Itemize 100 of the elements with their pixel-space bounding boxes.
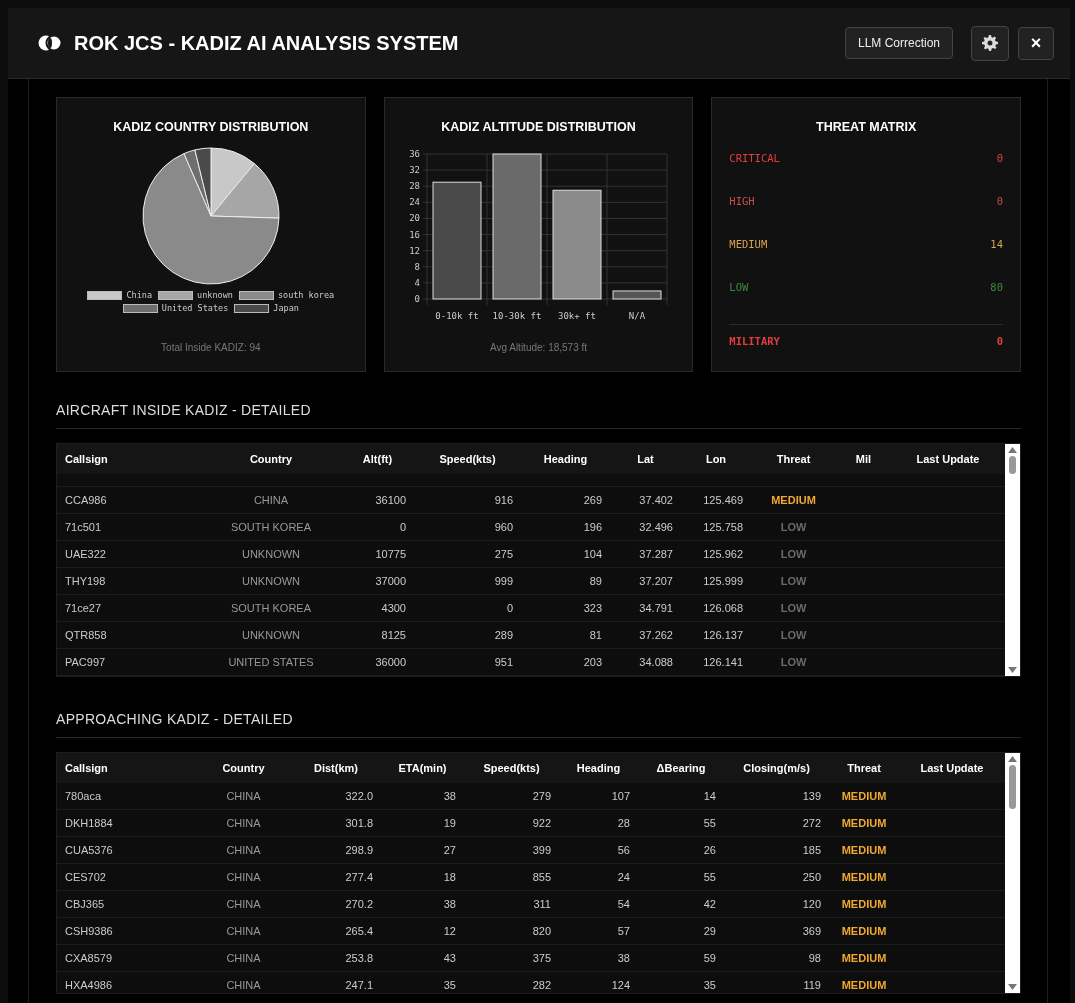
close-button[interactable]: × <box>1018 26 1054 60</box>
table-cell-text: 14 <box>702 790 717 802</box>
column-header[interactable]: ΔBearing <box>638 762 724 774</box>
table-cell-text: 12 <box>442 925 457 937</box>
threat-count: 0 <box>996 195 1003 209</box>
axis-tick-label: 32 <box>409 165 421 176</box>
column-header[interactable]: Last Update <box>891 453 1005 465</box>
scroll-down-arrow-icon[interactable] <box>1008 984 1017 990</box>
threat-level: MEDIUM <box>840 898 888 910</box>
table-cell-text: CUA5376 <box>64 844 114 856</box>
column-header[interactable]: Mil <box>836 453 891 465</box>
table-cell-text: 71c501 <box>64 521 103 533</box>
table-cell-text: 282 <box>531 979 552 991</box>
table-cell-text: 125.962 <box>702 548 744 560</box>
table-cell-text: 272 <box>801 817 822 829</box>
threat-count: 0 <box>996 152 1003 166</box>
table-cell-text: 247.1 <box>344 979 374 991</box>
llm-correction-button[interactable]: LLM Correction <box>844 27 953 59</box>
threat-level-label: MEDIUM <box>729 238 768 252</box>
table-cell-text: 780aca <box>64 790 103 802</box>
table-cell-text: 55 <box>702 871 717 883</box>
scroll-up-arrow-icon[interactable] <box>1008 447 1017 453</box>
table-cell-text: 0 <box>398 521 407 533</box>
scroll-down-arrow-icon[interactable] <box>1008 667 1017 673</box>
table-cell-text: 37.287 <box>638 548 674 560</box>
axis-category-label: 10-30k ft <box>493 311 542 321</box>
column-header[interactable]: Speed(kts) <box>414 453 521 465</box>
axis-tick-label: 0 <box>415 294 421 304</box>
table-cell-text: UNITED STATES <box>227 656 315 668</box>
table-cell-text: CHINA <box>225 871 262 883</box>
table-cell-text: 8125 <box>380 629 407 641</box>
threat-level: MEDIUM <box>840 925 888 937</box>
table-cell-text: 125.469 <box>702 494 744 506</box>
scrollbar[interactable] <box>1005 753 1020 993</box>
column-header[interactable]: Callsign <box>57 453 201 465</box>
column-header[interactable]: Country <box>196 762 291 774</box>
column-header[interactable]: Alt(ft) <box>341 453 414 465</box>
threat-count: 14 <box>990 238 1003 252</box>
table-cell-text: 54 <box>616 898 631 910</box>
scrollbar-thumb[interactable] <box>1009 456 1016 474</box>
scrollbar-thumb[interactable] <box>1009 765 1016 809</box>
table-cell-text: 56 <box>616 844 631 856</box>
threat-level: LOW <box>779 521 808 533</box>
column-header[interactable]: Lon <box>681 453 751 465</box>
settings-button[interactable] <box>971 25 1009 61</box>
average-altitude-label: Avg Altitude: 18,573 ft <box>489 342 588 353</box>
table-cell-text: 125.999 <box>702 575 744 587</box>
threat-count: 80 <box>990 281 1003 295</box>
column-header[interactable]: Dist(km) <box>291 762 381 774</box>
scrollbar[interactable] <box>1005 444 1020 676</box>
table-cell-text: 855 <box>531 871 552 883</box>
table-cell-text: 126.141 <box>702 656 744 668</box>
threat-level: MEDIUM <box>840 952 888 964</box>
threat-level: LOW <box>779 602 808 614</box>
table-cell-text: 107 <box>610 790 631 802</box>
column-header[interactable]: Heading <box>521 453 610 465</box>
column-header[interactable]: ETA(min) <box>381 762 464 774</box>
table-cell-text: 301.8 <box>344 817 374 829</box>
card-title: THREAT MATRIX <box>816 120 917 134</box>
table-cell-text: CBJ365 <box>64 898 106 910</box>
scroll-up-arrow-icon[interactable] <box>1008 756 1017 762</box>
column-header[interactable]: Speed(kts) <box>464 762 559 774</box>
table-cell-text: 126.068 <box>702 602 744 614</box>
table-cell-text: 29 <box>702 925 717 937</box>
military-count: 0 <box>996 335 1003 347</box>
table-cell-text: 0 <box>505 602 514 614</box>
table-cell-text: CHINA <box>225 844 262 856</box>
axis-tick-label: 24 <box>409 197 421 208</box>
column-header[interactable]: Callsign <box>57 762 196 774</box>
table-cell-text: 960 <box>493 521 514 533</box>
window-title: ROK JCS - KADIZ AI ANALYSIS SYSTEM <box>74 31 460 55</box>
table-cell-text: 275 <box>493 548 514 560</box>
threat-level: MEDIUM <box>770 494 817 506</box>
column-header[interactable]: Country <box>201 453 341 465</box>
table-cell-text: 19 <box>442 817 457 829</box>
military-label: MILITARY <box>729 335 780 347</box>
threat-level: MEDIUM <box>840 790 888 802</box>
column-header[interactable]: Lat <box>610 453 681 465</box>
table-cell-text: 37.402 <box>638 494 674 506</box>
section-title: APPROACHING KADIZ - DETAILED <box>56 711 1021 738</box>
table-cell-text: 36000 <box>374 656 407 668</box>
column-header[interactable]: Threat <box>829 762 899 774</box>
table-cell-text: 124 <box>610 979 631 991</box>
column-header[interactable]: Heading <box>559 762 638 774</box>
legend-label: south korea <box>277 290 335 300</box>
axis-category-label: N/A <box>629 311 646 321</box>
legend-label: China <box>126 290 153 300</box>
column-header[interactable]: Closing(m/s) <box>724 762 829 774</box>
column-header[interactable]: Threat <box>751 453 836 465</box>
table-cell-text: 250 <box>801 871 822 883</box>
table-cell-text: 375 <box>531 952 552 964</box>
table-cell-text: 399 <box>531 844 552 856</box>
column-header[interactable]: Last Update <box>899 762 1005 774</box>
table-cell-text: 203 <box>582 656 603 668</box>
table-cell-text: 34.791 <box>638 602 674 614</box>
table-cell-text: 26 <box>702 844 717 856</box>
table-cell-text: CHINA <box>225 817 262 829</box>
axis-tick-label: 28 <box>409 181 421 192</box>
table-cell-text: UNKNOWN <box>240 629 302 641</box>
logo-icon <box>38 35 62 51</box>
